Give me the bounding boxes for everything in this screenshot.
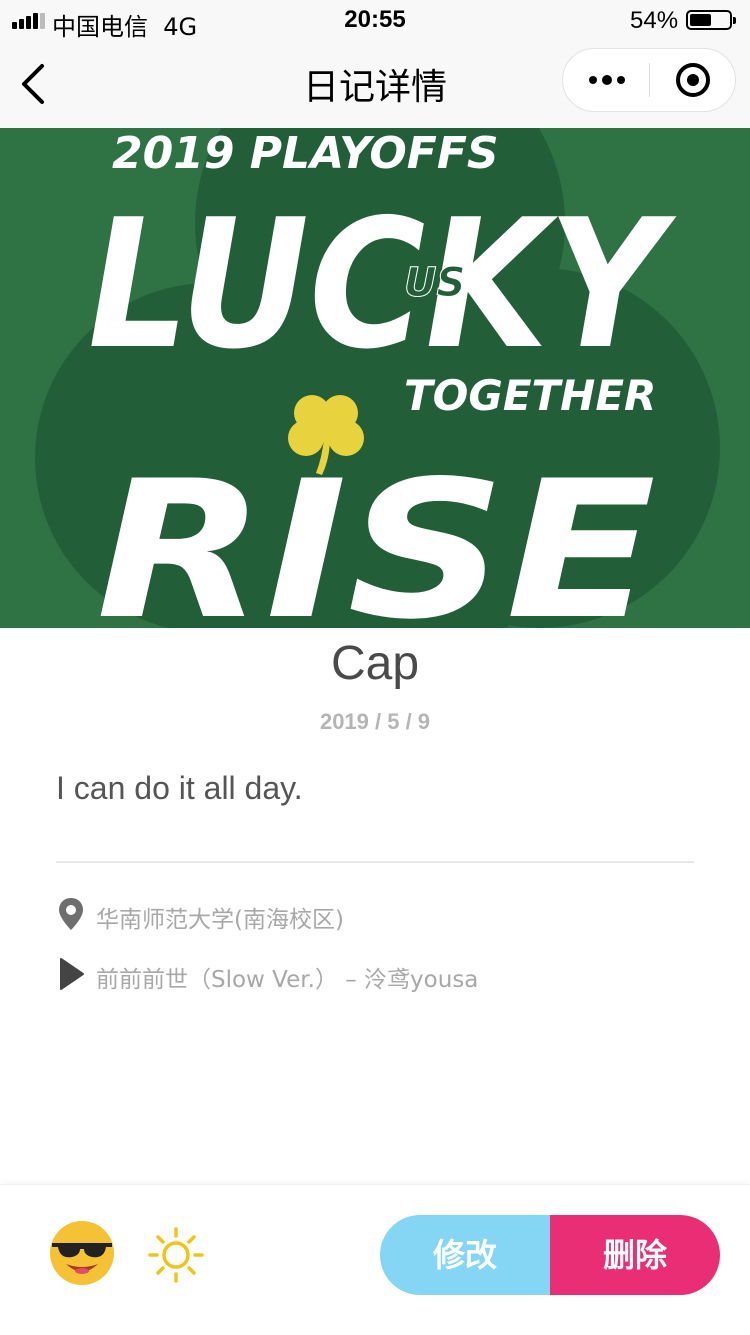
cover-text-us: US bbox=[404, 260, 465, 306]
play-icon bbox=[60, 958, 84, 990]
entry-title: Cap bbox=[330, 637, 420, 690]
navigation-bar: 日记详情 bbox=[0, 40, 750, 128]
edit-button[interactable]: 修改 bbox=[380, 1215, 550, 1295]
mini-program-capsule bbox=[562, 48, 736, 112]
sun-icon bbox=[148, 1227, 204, 1283]
more-button[interactable] bbox=[563, 49, 649, 111]
battery-icon bbox=[686, 10, 736, 30]
cover-image: 2019 PLAYOFFS LUCKY US TOGETHER RISE bbox=[0, 128, 750, 628]
divider bbox=[56, 861, 694, 863]
cover-artwork: 2019 PLAYOFFS LUCKY US TOGETHER RISE bbox=[0, 128, 750, 628]
delete-button[interactable]: 删除 bbox=[550, 1215, 720, 1295]
battery-level-fill bbox=[690, 14, 711, 26]
sunglasses-emoji-icon bbox=[50, 1221, 114, 1285]
cover-text-rise: RISE bbox=[96, 440, 656, 628]
cover-text-lucky: LUCKY bbox=[88, 181, 677, 388]
bottom-action-bar: 修改 删除 bbox=[0, 1184, 750, 1335]
location-pin-icon bbox=[59, 898, 83, 930]
cover-text-playoffs: 2019 PLAYOFFS bbox=[112, 128, 499, 179]
entry-date: 2019 / 5 / 9 bbox=[319, 709, 431, 734]
battery-percent: 54% bbox=[630, 7, 679, 34]
close-mini-program-button[interactable] bbox=[650, 49, 736, 111]
location-text: 华南师范大学(南海校区) bbox=[96, 907, 344, 933]
entry-body: I can do it all day. bbox=[56, 770, 303, 806]
music-text: 前前前世（Slow Ver.） – 泠鸢yousa bbox=[96, 967, 479, 993]
cover-text-together: TOGETHER bbox=[404, 371, 656, 420]
status-bar: 中国电信 4G 20:55 54% bbox=[0, 0, 750, 41]
